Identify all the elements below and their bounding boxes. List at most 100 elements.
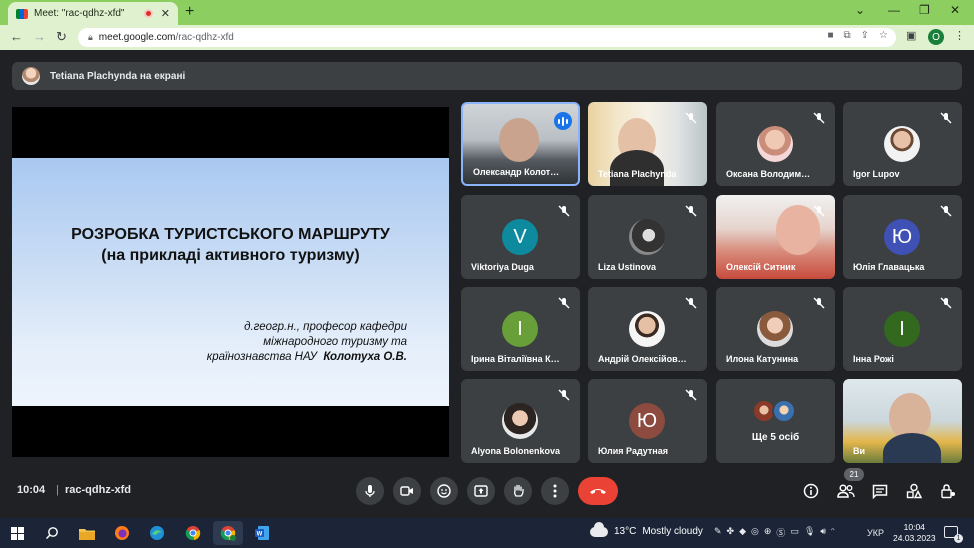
participant-tile[interactable]: Андрій Олексійов… bbox=[588, 287, 707, 371]
participant-tile[interactable]: V Viktoriya Duga bbox=[461, 195, 580, 279]
presentation-slide: РОЗРОБКА ТУРИСТСЬКОГО МАРШРУТУ (на прикл… bbox=[12, 158, 449, 406]
slide-author-line-3: країнознавства НАУ bbox=[206, 351, 317, 363]
window-close-button[interactable]: ✕ bbox=[950, 3, 960, 17]
browser-tab[interactable]: Meet: "rac-qdhz-xfd" ✕ bbox=[8, 2, 178, 25]
mic-muted-icon bbox=[557, 204, 571, 218]
meeting-details-button[interactable] bbox=[801, 481, 821, 501]
participant-tile[interactable]: Igor Lupov bbox=[843, 102, 962, 186]
browser-toolbar: ← → ↻ 🔒︎ meet.google.com/rac-qdhz-xfd ■ … bbox=[0, 25, 974, 50]
participant-avatar-letter: V bbox=[502, 219, 538, 255]
address-bar[interactable]: 🔒︎ meet.google.com/rac-qdhz-xfd ■ ⧉ ⇪ ☆ bbox=[78, 28, 896, 47]
minimize-button[interactable]: — bbox=[888, 3, 900, 17]
windows-start-icon[interactable] bbox=[8, 524, 26, 542]
participant-tile[interactable]: І Інна Рожі bbox=[843, 287, 962, 371]
participant-name: Олексій Ситник bbox=[726, 262, 796, 272]
participant-name: Tetiana Plachynda bbox=[598, 169, 677, 179]
tab-search-icon[interactable]: ⌄ bbox=[855, 3, 865, 17]
restore-button[interactable]: ❐ bbox=[919, 3, 930, 17]
participant-name: Юлія Главацька bbox=[853, 262, 925, 272]
side-panel-icon[interactable]: ▣ bbox=[906, 29, 916, 42]
search-icon[interactable] bbox=[43, 524, 61, 542]
system-tray: ✎ ✤ ◆ ◎ ⊕ Ⓢ ▭ 🎙︎ 🔊︎ ᵔ bbox=[714, 526, 834, 539]
mic-muted-icon bbox=[557, 388, 571, 402]
profile-avatar[interactable]: O bbox=[928, 29, 944, 45]
microphone-button[interactable] bbox=[356, 477, 384, 505]
participant-tile[interactable]: Оксана Володим… bbox=[716, 102, 835, 186]
lock-person-icon bbox=[941, 484, 955, 499]
participant-tile[interactable]: Илона Катунина bbox=[716, 287, 835, 371]
present-screen-button[interactable] bbox=[467, 477, 495, 505]
chrome-profile-icon[interactable] bbox=[219, 524, 237, 542]
network-icon[interactable]: ▭ bbox=[790, 526, 799, 539]
present-screen-icon bbox=[474, 485, 488, 497]
participant-avatar bbox=[502, 403, 538, 439]
share-icon[interactable]: ⇪ bbox=[861, 30, 869, 41]
taskbar-clock[interactable]: 10:04 24.03.2023 bbox=[893, 522, 936, 544]
participant-name: Igor Lupov bbox=[853, 169, 900, 179]
pen-icon[interactable]: ✎ bbox=[714, 526, 722, 539]
weather-widget[interactable]: 13°C Mostly cloudy bbox=[590, 521, 703, 537]
tray-app-icon[interactable]: ⊕ bbox=[764, 526, 772, 539]
speaker-icon[interactable]: 🔊︎ bbox=[820, 526, 826, 539]
chat-button[interactable] bbox=[870, 481, 890, 501]
viber-icon[interactable]: ◎ bbox=[751, 526, 759, 539]
translate-icon[interactable]: ⧉ bbox=[844, 30, 851, 41]
camera-icon bbox=[400, 486, 413, 496]
mic-muted-icon bbox=[812, 204, 826, 218]
recording-indicator-icon bbox=[143, 9, 153, 18]
firefox-icon[interactable] bbox=[113, 524, 131, 542]
participant-avatar-letter: Ю bbox=[884, 219, 920, 255]
word-icon[interactable]: W bbox=[253, 524, 271, 542]
tab-close-icon[interactable]: ✕ bbox=[161, 7, 170, 20]
activities-button[interactable] bbox=[904, 481, 924, 501]
participant-tile[interactable]: І Ірина Віталіївна К… bbox=[461, 287, 580, 371]
camera-button[interactable] bbox=[393, 477, 421, 505]
file-explorer-icon[interactable] bbox=[78, 524, 96, 542]
participant-tile[interactable]: Олександр Колот… bbox=[461, 102, 580, 186]
browser-menu-icon[interactable]: ⋮ bbox=[954, 29, 965, 42]
camera-permission-icon[interactable]: ■ bbox=[827, 30, 833, 41]
participant-tile[interactable]: Tetiana Plachynda bbox=[588, 102, 707, 186]
meeting-info-separator: | bbox=[56, 484, 59, 496]
participant-tile[interactable]: Олексій Ситник bbox=[716, 195, 835, 279]
app-tray-icon[interactable]: ✤ bbox=[727, 526, 735, 539]
expand-tray-icon[interactable]: ᵔ bbox=[831, 526, 834, 539]
bookmark-star-icon[interactable]: ☆ bbox=[879, 30, 888, 41]
forward-button[interactable]: → bbox=[33, 29, 46, 44]
windows-taskbar: W 13°C Mostly cloudy ✎ ✤ ◆ ◎ ⊕ Ⓢ ▭ 🎙︎ 🔊︎… bbox=[0, 518, 974, 548]
lock-icon[interactable]: 🔒︎ bbox=[88, 32, 93, 43]
more-options-button[interactable] bbox=[541, 477, 569, 505]
skype-icon[interactable]: Ⓢ bbox=[776, 526, 785, 539]
security-icon[interactable]: ◆ bbox=[739, 526, 746, 539]
microphone-icon bbox=[365, 485, 375, 497]
microphone-tray-icon[interactable]: 🎙︎ bbox=[804, 526, 815, 539]
host-controls-button[interactable] bbox=[938, 481, 958, 501]
participant-tile[interactable]: Ю Юлия Радутная bbox=[588, 379, 707, 463]
meeting-code: rac-qdhz-xfd bbox=[65, 484, 131, 496]
presentation-stage[interactable]: РОЗРОБКА ТУРИСТСЬКОГО МАРШРУТУ (на прикл… bbox=[12, 107, 449, 457]
mic-muted-icon bbox=[939, 296, 953, 310]
participant-tile[interactable]: Liza Ustinova bbox=[588, 195, 707, 279]
self-view-tile[interactable]: Ви bbox=[843, 379, 962, 463]
participant-tile[interactable]: Alyona Bolonenkova bbox=[461, 379, 580, 463]
reactions-button[interactable] bbox=[430, 477, 458, 505]
cloud-icon bbox=[590, 521, 608, 537]
slide-author: д.геогр.н., професор кафедри міжнародног… bbox=[147, 320, 407, 365]
input-language[interactable]: УКР bbox=[867, 528, 884, 538]
chat-icon bbox=[872, 484, 888, 499]
slide-title-line-2: (на прикладі активного туризму) bbox=[101, 247, 360, 264]
edge-icon[interactable] bbox=[148, 524, 166, 542]
leave-call-button[interactable] bbox=[578, 477, 618, 505]
participant-avatar bbox=[772, 399, 796, 423]
chrome-icon[interactable] bbox=[184, 524, 202, 542]
participant-tile[interactable]: Ю Юлія Главацька bbox=[843, 195, 962, 279]
participant-count-badge: 21 bbox=[844, 468, 864, 481]
more-participants-tile[interactable]: Ще 5 осіб bbox=[716, 379, 835, 463]
reload-button[interactable]: ↻ bbox=[56, 29, 67, 45]
raise-hand-button[interactable] bbox=[504, 477, 532, 505]
mic-muted-icon bbox=[812, 111, 826, 125]
back-button[interactable]: ← bbox=[10, 29, 23, 44]
people-button[interactable] bbox=[836, 481, 856, 501]
presenter-avatar bbox=[22, 67, 40, 85]
new-tab-button[interactable]: + bbox=[185, 3, 194, 21]
